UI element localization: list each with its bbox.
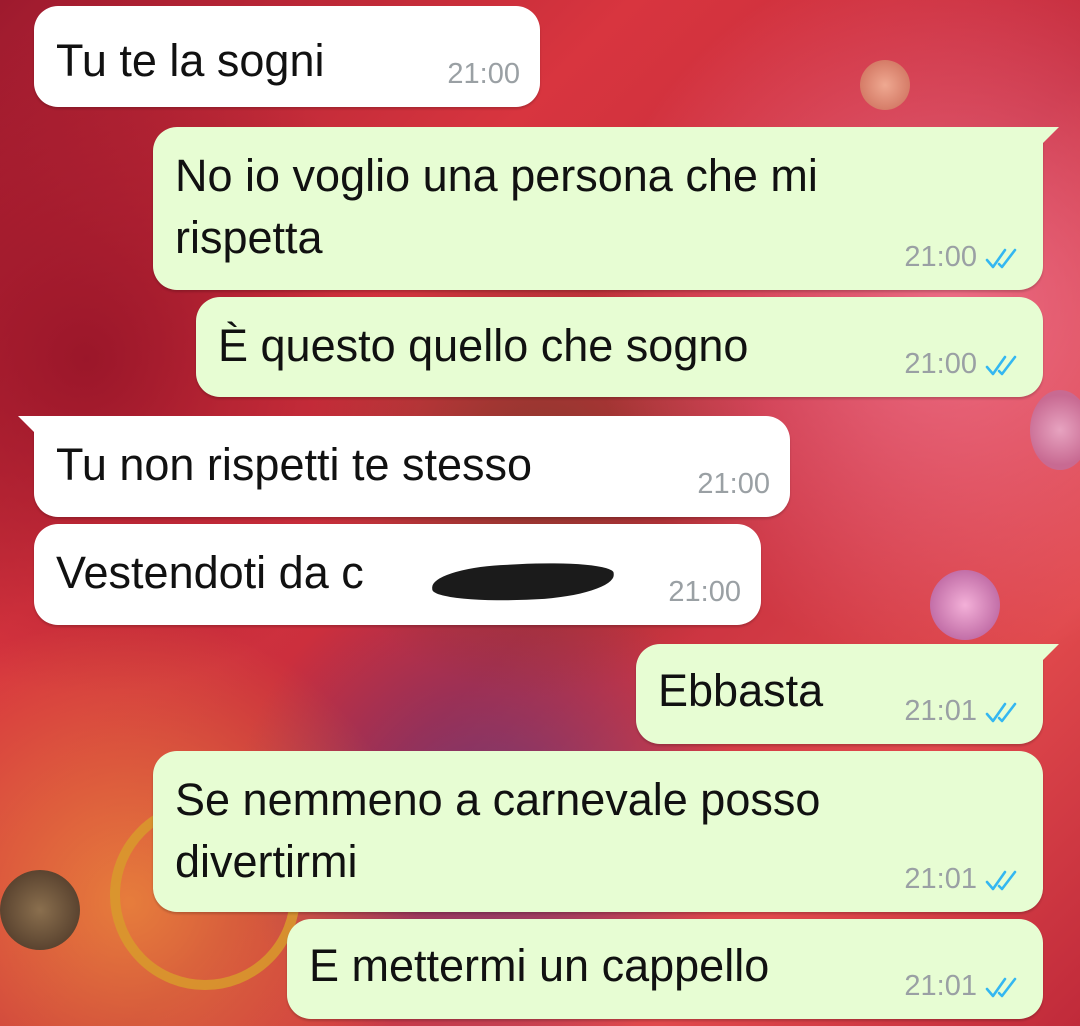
message-meta: 21:01: [904, 695, 1023, 728]
message-text: Ebbasta: [658, 665, 824, 716]
message-meta: 21:00: [447, 58, 520, 91]
double-check-icon: [985, 870, 1017, 890]
message-meta: 21:00: [904, 241, 1023, 274]
message-text: Se nemmeno a carnevale posso divertirmi: [175, 774, 821, 887]
message-text: E mettermi un cappello: [309, 940, 770, 991]
message-time: 21:01: [904, 695, 977, 727]
bubble-tail: [18, 416, 36, 434]
message-bubble-outgoing[interactable]: Se nemmeno a carnevale posso divertirmi …: [153, 751, 1043, 912]
message-time: 21:00: [904, 241, 977, 273]
message-time: 21:00: [668, 576, 741, 608]
message-list[interactable]: Tu te la sogni 21:00 No io voglio una pe…: [0, 0, 1080, 1026]
message-time: 21:00: [447, 58, 520, 90]
message-bubble-incoming[interactable]: Vestendoti da c 21:00: [34, 524, 761, 625]
message-text: Vestendoti da c: [56, 547, 364, 598]
message-bubble-outgoing[interactable]: No io voglio una persona che mi rispetta…: [153, 127, 1059, 290]
message-text: È questo quello che sogno: [218, 320, 749, 371]
bubble-tail: [1041, 644, 1059, 662]
message-text: Tu te la sogni: [56, 35, 325, 86]
message-meta: 21:00: [904, 348, 1023, 381]
double-check-icon: [985, 702, 1017, 722]
message-meta: 21:00: [668, 576, 741, 609]
message-meta: 21:01: [904, 970, 1023, 1003]
message-time: 21:01: [904, 863, 977, 895]
message-meta: 21:00: [697, 468, 770, 501]
message-bubble-outgoing[interactable]: Ebbasta 21:01: [636, 644, 1059, 744]
double-check-icon: [985, 248, 1017, 268]
message-text: Tu non rispetti te stesso: [56, 439, 533, 490]
message-time: 21:01: [904, 970, 977, 1002]
message-bubble-incoming[interactable]: Tu te la sogni 21:00: [34, 6, 540, 107]
message-time: 21:00: [904, 348, 977, 380]
message-text: No io voglio una persona che mi rispetta: [175, 150, 818, 263]
message-bubble-incoming[interactable]: Tu non rispetti te stesso 21:00: [18, 416, 790, 517]
bubble-tail: [1041, 127, 1059, 145]
message-bubble-outgoing[interactable]: È questo quello che sogno 21:00: [196, 297, 1043, 397]
message-bubble-outgoing[interactable]: E mettermi un cappello 21:01: [287, 919, 1043, 1019]
double-check-icon: [985, 977, 1017, 997]
message-meta: 21:01: [904, 863, 1023, 896]
double-check-icon: [985, 355, 1017, 375]
message-time: 21:00: [697, 468, 770, 500]
